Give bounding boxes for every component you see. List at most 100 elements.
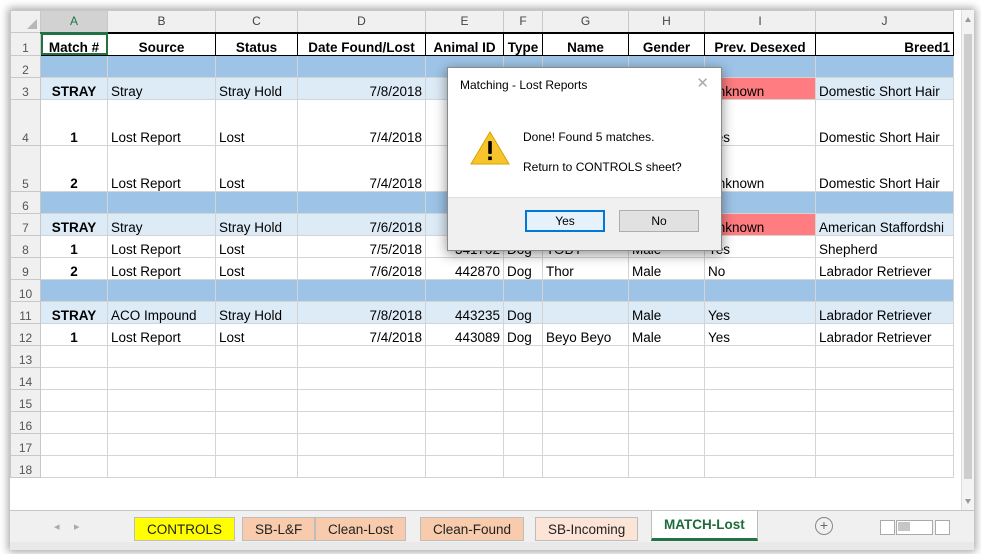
row-header[interactable]: 14	[10, 366, 41, 390]
cell[interactable]	[107, 278, 216, 302]
row-header[interactable]: 15	[10, 388, 41, 412]
cell[interactable]: Lost	[215, 234, 298, 258]
sheet-tab[interactable]: Clean-Found	[420, 517, 525, 541]
cell[interactable]: Thor	[542, 256, 629, 280]
scroll-thumb[interactable]	[898, 522, 910, 531]
row-header[interactable]: 7	[10, 212, 41, 236]
cell[interactable]: 443089	[425, 322, 504, 346]
cell[interactable]	[297, 454, 426, 478]
cell[interactable]	[503, 388, 543, 412]
column-header[interactable]: I	[704, 10, 816, 33]
cell[interactable]: Lost	[215, 322, 298, 346]
cell[interactable]	[815, 344, 954, 368]
cell[interactable]: STRAY	[40, 76, 108, 100]
cell[interactable]: Lost Report	[107, 322, 216, 346]
cell[interactable]: Dog	[503, 300, 543, 324]
scroll-thumb[interactable]	[964, 34, 972, 479]
cell[interactable]	[215, 366, 298, 390]
column-header[interactable]: C	[215, 10, 298, 33]
cell[interactable]	[542, 366, 629, 390]
cell[interactable]: Stray Hold	[215, 76, 298, 100]
cell[interactable]: 2	[40, 144, 108, 192]
cell[interactable]	[215, 432, 298, 456]
cell[interactable]: 7/8/2018	[297, 300, 426, 324]
cell[interactable]: 1	[40, 322, 108, 346]
cell[interactable]	[815, 388, 954, 412]
cell[interactable]: Dog	[503, 322, 543, 346]
cell[interactable]	[628, 388, 705, 412]
cell[interactable]	[542, 278, 629, 302]
cell[interactable]	[815, 278, 954, 302]
cell[interactable]: ACO Impound	[107, 300, 216, 324]
cell[interactable]: Labrador Retriever	[815, 300, 954, 324]
cell[interactable]	[628, 344, 705, 368]
cell[interactable]	[425, 388, 504, 412]
column-header[interactable]: G	[542, 10, 629, 33]
cell[interactable]: 7/4/2018	[297, 98, 426, 146]
row-header[interactable]: 2	[10, 54, 41, 78]
cell[interactable]: Lost Report	[107, 234, 216, 258]
cell[interactable]	[425, 344, 504, 368]
cell[interactable]: Stray Hold	[215, 300, 298, 324]
cell[interactable]	[704, 454, 816, 478]
cell[interactable]: Male	[628, 300, 705, 324]
cell[interactable]: Beyo Beyo	[542, 322, 629, 346]
cell[interactable]: 442870	[425, 256, 504, 280]
cell[interactable]	[40, 432, 108, 456]
cell[interactable]	[542, 432, 629, 456]
cell[interactable]: Domestic Short Hair	[815, 144, 954, 192]
select-all-corner[interactable]	[10, 10, 41, 33]
cell[interactable]: Type	[503, 31, 543, 56]
cell[interactable]	[215, 454, 298, 478]
cell[interactable]	[704, 344, 816, 368]
cell[interactable]: Yes	[704, 300, 816, 324]
cell[interactable]: Lost	[215, 144, 298, 192]
vertical-scrollbar[interactable]	[961, 10, 974, 510]
cell[interactable]: Domestic Short Hair	[815, 98, 954, 146]
row-header[interactable]: 9	[10, 256, 41, 280]
row-header[interactable]: 10	[10, 278, 41, 302]
cell[interactable]: 7/8/2018	[297, 76, 426, 100]
cell[interactable]	[542, 410, 629, 434]
column-header[interactable]: E	[425, 10, 504, 33]
cell[interactable]	[542, 300, 629, 324]
row-header[interactable]: 16	[10, 410, 41, 434]
cell[interactable]	[503, 278, 543, 302]
cell[interactable]	[40, 190, 108, 214]
cell[interactable]	[107, 54, 216, 78]
cell[interactable]: 7/4/2018	[297, 144, 426, 192]
cell[interactable]	[107, 190, 216, 214]
row-header[interactable]: 18	[10, 454, 41, 478]
cell[interactable]	[215, 410, 298, 434]
row-header[interactable]: 3	[10, 76, 41, 100]
cell[interactable]: STRAY	[40, 300, 108, 324]
cell[interactable]: Male	[628, 256, 705, 280]
cell[interactable]	[215, 190, 298, 214]
cell[interactable]	[425, 410, 504, 434]
cell[interactable]	[40, 278, 108, 302]
cell[interactable]	[425, 454, 504, 478]
cell[interactable]: Lost Report	[107, 98, 216, 146]
cell[interactable]: Labrador Retriever	[815, 256, 954, 280]
add-sheet-icon[interactable]: +	[815, 517, 833, 535]
cell[interactable]	[628, 454, 705, 478]
cell[interactable]	[503, 344, 543, 368]
cell[interactable]	[215, 278, 298, 302]
cell[interactable]	[215, 54, 298, 78]
cell[interactable]: Gender	[628, 31, 705, 56]
cell[interactable]	[107, 388, 216, 412]
cell[interactable]	[215, 388, 298, 412]
cell[interactable]	[107, 366, 216, 390]
cell[interactable]: Animal ID	[425, 31, 504, 56]
cell[interactable]	[297, 410, 426, 434]
cell[interactable]: No	[704, 256, 816, 280]
cell[interactable]: 1	[40, 98, 108, 146]
cell[interactable]	[297, 344, 426, 368]
sheet-tab[interactable]: Clean-Lost	[315, 517, 407, 541]
sheet-tab[interactable]: SB-Incoming	[535, 517, 639, 541]
cell[interactable]	[815, 54, 954, 78]
row-header[interactable]: 11	[10, 300, 41, 324]
row-header[interactable]: 12	[10, 322, 41, 346]
scroll-down-icon[interactable]	[965, 499, 971, 504]
cell[interactable]	[815, 432, 954, 456]
